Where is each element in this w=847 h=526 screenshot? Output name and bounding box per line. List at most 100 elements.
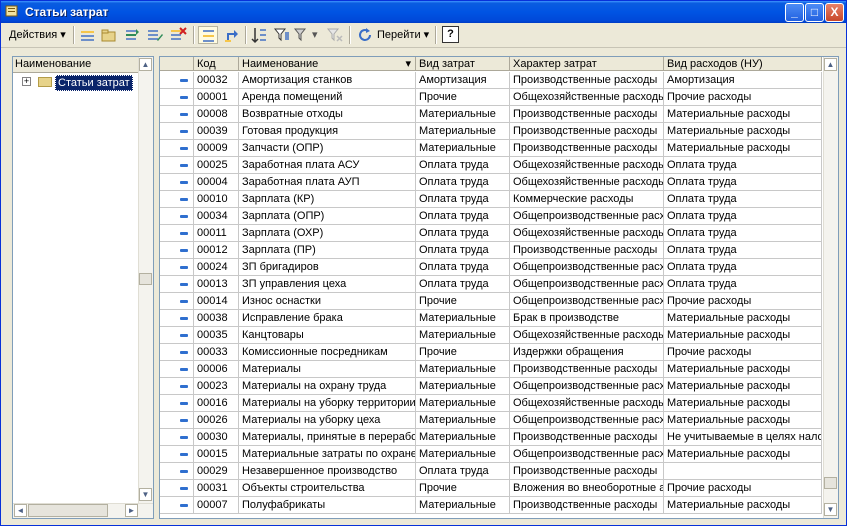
table-cell[interactable]: Зарплата (КР) — [239, 191, 416, 208]
table-cell[interactable]: 00006 — [194, 361, 239, 378]
tree-horizontal-scrollbar[interactable]: ◄ ► — [13, 503, 153, 518]
table-cell[interactable]: 00007 — [194, 497, 239, 514]
table-cell[interactable]: Материальные — [416, 361, 510, 378]
table-cell[interactable]: 00014 — [194, 293, 239, 310]
table-cell[interactable]: Исправление брака — [239, 310, 416, 327]
scroll-thumb[interactable] — [824, 477, 837, 489]
tree-node-label[interactable]: Статьи затрат — [55, 75, 133, 91]
table-cell[interactable]: Оплата труда — [664, 191, 822, 208]
scroll-up-icon[interactable]: ▲ — [139, 58, 152, 71]
table-cell[interactable]: ЗП бригадиров — [239, 259, 416, 276]
table-cell[interactable]: Оплата труда — [416, 208, 510, 225]
table-cell[interactable]: Общехозяйственные расходы — [510, 174, 664, 191]
table-cell[interactable]: 00029 — [194, 463, 239, 480]
table-row[interactable]: 00039 Готовая продукция Материальные Произв… — [160, 123, 822, 140]
table-cell[interactable]: Материалы на уборку цеха — [239, 412, 416, 429]
table-cell[interactable]: Материальные — [416, 123, 510, 140]
table-cell[interactable]: Производственные расходы — [510, 242, 664, 259]
refresh-icon[interactable] — [356, 26, 374, 44]
table-cell[interactable]: 00001 — [194, 89, 239, 106]
table-row[interactable]: 00031 Объекты строительства Прочие Вложения… — [160, 480, 822, 497]
table-cell[interactable]: 00009 — [194, 140, 239, 157]
table-row[interactable]: 00025 Заработная плата АСУ Оплата труда Общ… — [160, 157, 822, 174]
table-cell[interactable]: Общепроизводственные расходы — [510, 378, 664, 395]
table-cell[interactable]: 00038 — [194, 310, 239, 327]
table-row[interactable]: 00030 Материалы, принятые в переработку Ма… — [160, 429, 822, 446]
table-cell[interactable]: Общехозяйственные расходы — [510, 225, 664, 242]
table-cell[interactable]: Материальные — [416, 378, 510, 395]
table-cell[interactable]: Общепроизводственные расходы — [510, 412, 664, 429]
table-cell[interactable]: 00033 — [194, 344, 239, 361]
table-cell[interactable]: Материальные расходы — [664, 140, 822, 157]
table-cell[interactable]: Производственные расходы — [510, 123, 664, 140]
table-row[interactable]: 00007 Полуфабрикаты Материальные Производст… — [160, 497, 822, 514]
table-cell[interactable]: Производственные расходы — [510, 463, 664, 480]
table-cell[interactable]: Оплата труда — [664, 276, 822, 293]
sort-icon[interactable] — [250, 26, 268, 44]
table-cell[interactable]: Материальные — [416, 310, 510, 327]
expand-plus-icon[interactable]: + — [22, 77, 31, 86]
table-cell[interactable]: Материалы, принятые в переработку — [239, 429, 416, 446]
table-row[interactable]: 00009 Запчасти (ОПР) Материальные Производс… — [160, 140, 822, 157]
table-cell[interactable]: Производственные расходы — [510, 429, 664, 446]
table-cell[interactable]: Материалы на уборку территории — [239, 395, 416, 412]
table-cell[interactable]: Оплата труда — [664, 174, 822, 191]
table-cell[interactable]: Материалы — [239, 361, 416, 378]
table-cell[interactable]: Оплата труда — [416, 463, 510, 480]
actions-menu-button[interactable]: Действия ▾ — [7, 26, 68, 44]
tree-column-header[interactable]: Наименование — [13, 57, 140, 73]
table-cell[interactable]: Материальные — [416, 327, 510, 344]
table-cell[interactable]: Производственные расходы — [510, 72, 664, 89]
scroll-down-icon[interactable]: ▼ — [139, 488, 152, 501]
table-cell[interactable]: Общехозяйственные расходы — [510, 157, 664, 174]
table-cell[interactable]: Амортизация — [416, 72, 510, 89]
table-cell[interactable]: Брак в производстве — [510, 310, 664, 327]
table-cell[interactable]: Материальные расходы — [664, 123, 822, 140]
table-cell[interactable]: Зарплата (ОПР) — [239, 208, 416, 225]
table-cell[interactable]: ЗП управления цеха — [239, 276, 416, 293]
table-row[interactable]: 00014 Износ оснастки Прочие Общепроизводств… — [160, 293, 822, 310]
table-cell[interactable]: Амортизация — [664, 72, 822, 89]
table-cell[interactable]: Производственные расходы — [510, 106, 664, 123]
header-cell[interactable]: Вид расходов (НУ) — [664, 57, 822, 71]
header-cell[interactable]: Характер затрат — [510, 57, 664, 71]
table-cell[interactable]: Общепроизводственные расходы — [510, 208, 664, 225]
scroll-thumb[interactable] — [28, 504, 108, 517]
table-row[interactable]: 00001 Аренда помещений Прочие Общехозяйстве… — [160, 89, 822, 106]
table-cell[interactable]: Материальные расходы — [664, 395, 822, 412]
table-row[interactable]: 00026 Материалы на уборку цеха Материальны… — [160, 412, 822, 429]
table-cell[interactable]: Аренда помещений — [239, 89, 416, 106]
scroll-right-icon[interactable]: ► — [125, 504, 138, 517]
table-cell[interactable]: Материальные расходы — [664, 378, 822, 395]
table-cell[interactable]: Незавершенное производство — [239, 463, 416, 480]
table-cell[interactable]: 00024 — [194, 259, 239, 276]
table-cell[interactable]: Вложения во внеоборотные активы — [510, 480, 664, 497]
table-cell[interactable]: 00011 — [194, 225, 239, 242]
level-up-icon[interactable] — [222, 26, 240, 44]
table-cell[interactable]: Износ оснастки — [239, 293, 416, 310]
table-cell[interactable]: Материальные расходы — [664, 497, 822, 514]
table-row[interactable]: 00006 Материалы Материальные Производственн… — [160, 361, 822, 378]
table-cell[interactable]: Оплата труда — [664, 157, 822, 174]
table-row[interactable]: 00008 Возвратные отходы Материальные Произв… — [160, 106, 822, 123]
table-cell[interactable]: 00012 — [194, 242, 239, 259]
table-row[interactable]: 00016 Материалы на уборку территории Матер… — [160, 395, 822, 412]
table-cell[interactable]: Оплата труда — [664, 208, 822, 225]
goto-menu-button[interactable]: Перейти ▾ — [375, 26, 431, 44]
table-cell[interactable]: Не учитываемые в целях налогообложения — [664, 429, 822, 446]
table-cell[interactable]: Комиссионные посредникам — [239, 344, 416, 361]
header-cell[interactable]: Код — [194, 57, 239, 71]
table-cell[interactable]: Оплата труда — [416, 242, 510, 259]
table-row[interactable]: 00035 Канцтовары Материальные Общехозяйстве… — [160, 327, 822, 344]
table-cell[interactable]: 00004 — [194, 174, 239, 191]
table-cell[interactable]: 00032 — [194, 72, 239, 89]
table-cell[interactable]: 00015 — [194, 446, 239, 463]
table-cell[interactable]: Материальные — [416, 497, 510, 514]
scroll-left-icon[interactable]: ◄ — [14, 504, 27, 517]
edit-row-icon[interactable] — [146, 26, 164, 44]
help-button[interactable]: ? — [442, 26, 459, 43]
table-row[interactable]: 00038 Исправление брака Материальные Брак в… — [160, 310, 822, 327]
table-cell[interactable]: Материальные — [416, 412, 510, 429]
table-cell[interactable]: Коммерческие расходы — [510, 191, 664, 208]
table-cell[interactable]: Материальные расходы — [664, 327, 822, 344]
